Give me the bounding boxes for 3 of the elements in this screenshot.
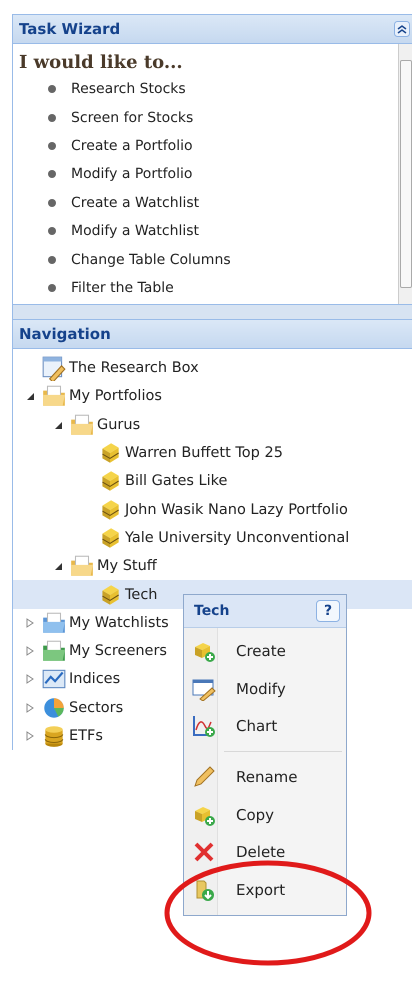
wizard-heading: I would like to... xyxy=(19,52,184,73)
panel-title: Task Wizard xyxy=(19,20,120,38)
panel-title: Navigation xyxy=(19,325,111,343)
